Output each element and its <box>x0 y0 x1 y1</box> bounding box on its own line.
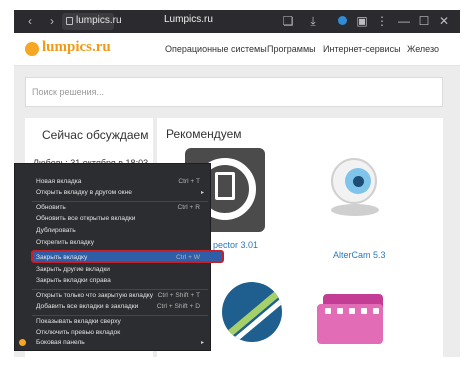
app-link-altercam[interactable]: AlterCam 5.3 <box>333 250 386 260</box>
back-icon[interactable]: ‹ <box>22 13 38 29</box>
menu-item-label: Открыть вкладку в другом окне <box>36 189 132 196</box>
menu-item-sidebar[interactable]: Боковая панель ▸ <box>15 338 210 349</box>
menu-item-shortcut: Ctrl + Shift + T <box>157 292 200 299</box>
menu-item-shortcut: Ctrl + W <box>176 254 200 261</box>
menu-item-label: Дублировать <box>36 227 76 234</box>
menu-item-open-in-window[interactable]: Открыть вкладку в другом окне ▸ <box>15 188 210 199</box>
site-logo[interactable]: lumpics.ru <box>42 39 111 56</box>
address-bar[interactable]: lumpics.ru <box>62 13 122 30</box>
recommend-title: Рекомендуем <box>166 127 242 141</box>
tab-context-menu: Новая вкладка Ctrl + T Открыть вкладку в… <box>14 163 224 351</box>
menu-item-label: Открепить вкладку <box>36 239 94 246</box>
browser-toolbar: ‹ › lumpics.ru Lumpics.ru ❏ ⤓ ▣ ⋮ — ☐ ✕ <box>14 10 460 33</box>
menu-item-label: Обновить <box>36 204 66 211</box>
address-url: lumpics.ru <box>76 15 122 26</box>
nav-link-internet[interactable]: Интернет-сервисы <box>323 44 401 54</box>
menu-item-label: Закрыть вкладку <box>36 254 88 261</box>
menu-separator <box>32 315 208 316</box>
menu-item-tabs-on-top[interactable]: Показывать вкладки сверху <box>15 317 210 328</box>
nav-link-hardware[interactable]: Железо <box>407 44 439 54</box>
menu-item-close-right[interactable]: Закрыть вкладки справа <box>15 276 210 287</box>
search-input[interactable]: Поиск решения... <box>32 87 104 97</box>
app-icon-circle[interactable] <box>222 282 282 342</box>
search-box[interactable]: Поиск решения... <box>25 77 443 107</box>
chevron-right-icon: ▸ <box>200 190 204 196</box>
extension-icon[interactable] <box>334 13 350 29</box>
menu-item-shortcut: Ctrl + Shift + D <box>156 303 200 310</box>
menu-item-label: Новая вкладка <box>36 178 82 185</box>
menu-separator <box>32 201 208 202</box>
logo-icon <box>25 42 39 56</box>
nav-link-os[interactable]: Операционные системы <box>165 44 267 54</box>
menu-item-shortcut: Ctrl + R <box>177 204 200 211</box>
menu-item-label: Открыть только что закрытую вкладку <box>36 292 154 299</box>
menu-item-reload[interactable]: Обновить Ctrl + R <box>15 203 210 214</box>
nav-link-programs[interactable]: Программы <box>267 44 316 54</box>
forward-icon[interactable]: › <box>44 13 60 29</box>
discussion-title: Сейчас обсуждаем <box>42 128 149 142</box>
film-icon[interactable] <box>317 286 389 352</box>
webcam-icon[interactable] <box>325 158 385 220</box>
menu-item-label: Закрыть другие вкладки <box>36 266 110 273</box>
bookmark-icon[interactable]: ❏ <box>280 13 296 29</box>
menu-item-label: Обновить все открытые вкладки <box>36 215 136 222</box>
menu-item-label: Отключить превью вкладок <box>36 329 121 336</box>
menu-item-close-tab[interactable]: Закрыть вкладку Ctrl + W <box>15 253 210 264</box>
snapshot-icon[interactable]: ▣ <box>354 13 370 29</box>
menu-item-label: Закрыть вкладки справа <box>36 277 111 284</box>
menu-item-label: Показывать вкладки сверху <box>36 318 121 325</box>
menu-item-shortcut: Ctrl + T <box>178 178 200 185</box>
menu-item-reopen-closed[interactable]: Открыть только что закрытую вкладку Ctrl… <box>15 291 210 302</box>
maximize-icon[interactable]: ☐ <box>416 13 432 29</box>
menu-item-unpin[interactable]: Открепить вкладку <box>15 238 210 249</box>
menu-separator <box>32 289 208 290</box>
page-title: Lumpics.ru <box>164 14 213 25</box>
menu-item-label: Добавить все вкладки в закладки <box>36 303 139 310</box>
menu-item-duplicate[interactable]: Дублировать <box>15 226 210 237</box>
more-icon[interactable]: ⋮ <box>374 13 390 29</box>
menu-item-close-others[interactable]: Закрыть другие вкладки <box>15 265 210 276</box>
menu-item-reload-all[interactable]: Обновить все открытые вкладки <box>15 214 210 225</box>
minimize-icon[interactable]: — <box>396 13 412 29</box>
lock-icon <box>66 17 73 25</box>
site-header: lumpics.ru Операционные системы Программ… <box>14 33 460 66</box>
download-icon[interactable]: ⤓ <box>305 13 321 29</box>
app-link-inspector[interactable]: pector 3.01 <box>213 240 258 250</box>
menu-item-label: Боковая панель <box>36 339 85 346</box>
menu-item-bookmark-all[interactable]: Добавить все вкладки в закладки Ctrl + S… <box>15 302 210 313</box>
close-icon[interactable]: ✕ <box>436 13 452 29</box>
chevron-right-icon: ▸ <box>200 340 204 346</box>
menu-item-new-tab[interactable]: Новая вкладка Ctrl + T <box>15 177 210 188</box>
